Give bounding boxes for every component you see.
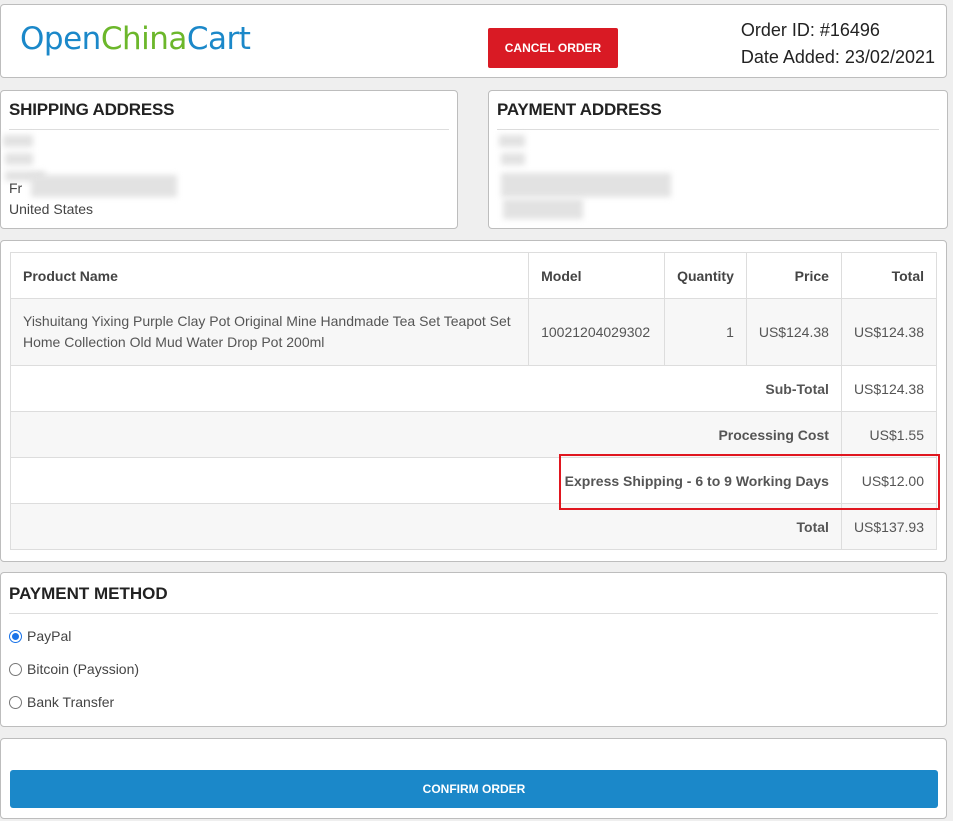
order-meta: Order ID: #16496 Date Added: 23/02/2021: [741, 17, 935, 71]
product-price: US$124.38: [745, 298, 842, 366]
product-model: 10021204029302: [528, 298, 666, 366]
totals-row-total: Total US$137.93: [10, 503, 938, 550]
order-summary-panel: Product Name Model Quantity Price Total …: [0, 240, 947, 562]
processing-cost-label: Processing Cost: [10, 411, 842, 458]
payment-address-title: PAYMENT ADDRESS: [497, 100, 662, 119]
table-row: Yishuitang Yixing Purple Clay Pot Origin…: [9, 298, 938, 366]
shipping-highlight-box: [559, 454, 940, 510]
column-header-product-name: Product Name: [9, 252, 530, 299]
payment-option-label: Bank Transfer: [27, 694, 115, 710]
shipping-address-panel: SHIPPING ADDRESS Fr United States: [0, 90, 458, 229]
redacted-line: [503, 199, 583, 219]
grand-total-value: US$137.93: [840, 503, 938, 550]
payment-method-title: PAYMENT METHOD: [9, 584, 168, 603]
cancel-order-button[interactable]: CANCEL ORDER: [488, 28, 618, 68]
redacted-line: [499, 135, 525, 147]
payment-option-label: PayPal: [27, 628, 72, 644]
redacted-line: [501, 153, 525, 165]
payment-option-paypal[interactable]: PayPal: [9, 628, 71, 644]
payment-address-panel: PAYMENT ADDRESS: [488, 90, 948, 229]
product-quantity: 1: [664, 298, 747, 366]
totals-row-subtotal: Sub-Total US$124.38: [10, 365, 938, 412]
payment-option-bank-transfer[interactable]: Bank Transfer: [9, 694, 114, 710]
redacted-line: [3, 135, 33, 147]
logo-text-china: China: [100, 21, 188, 57]
column-header-model: Model: [528, 252, 666, 299]
radio-button[interactable]: [9, 695, 22, 709]
radio-button[interactable]: [9, 662, 22, 676]
column-header-quantity: Quantity: [664, 252, 747, 299]
subtotal-value: US$124.38: [840, 365, 938, 412]
shipping-address-partial: Fr: [9, 180, 23, 196]
divider: [9, 613, 938, 614]
date-added: Date Added: 23/02/2021: [740, 47, 935, 67]
order-header: OpenChinaCart CANCEL ORDER Order ID: #16…: [0, 4, 947, 78]
divider: [497, 129, 939, 130]
processing-cost-value: US$1.55: [840, 411, 938, 458]
redacted-line: [31, 175, 177, 197]
logo-text-open: Open: [20, 21, 101, 57]
table-header-row: Product Name Model Quantity Price Total: [9, 252, 938, 299]
confirm-order-button[interactable]: CONFIRM ORDER: [10, 770, 938, 808]
shipping-country: United States: [9, 201, 94, 217]
redacted-line: [5, 153, 33, 165]
column-header-total: Total: [840, 252, 938, 299]
product-total: US$124.38: [840, 298, 938, 366]
grand-total-label: Total: [10, 503, 842, 550]
column-header-price: Price: [745, 252, 842, 299]
payment-method-panel: PAYMENT METHOD PayPal Bitcoin (Payssion)…: [0, 572, 947, 727]
site-logo[interactable]: OpenChinaCart: [20, 21, 251, 57]
product-name: Yishuitang Yixing Purple Clay Pot Origin…: [9, 298, 530, 366]
confirm-panel: CONFIRM ORDER: [0, 738, 947, 819]
shipping-address-title: SHIPPING ADDRESS: [9, 100, 175, 119]
logo-text-cart: Cart: [186, 21, 251, 57]
order-id: Order ID: #16496: [740, 20, 880, 40]
redacted-line: [501, 173, 671, 197]
totals-row-processing-cost: Processing Cost US$1.55: [10, 411, 938, 458]
payment-option-bitcoin[interactable]: Bitcoin (Payssion): [9, 661, 139, 677]
radio-button-selected[interactable]: [9, 629, 22, 643]
divider: [9, 129, 449, 130]
payment-option-label: Bitcoin (Payssion): [27, 661, 140, 677]
subtotal-label: Sub-Total: [10, 365, 842, 412]
